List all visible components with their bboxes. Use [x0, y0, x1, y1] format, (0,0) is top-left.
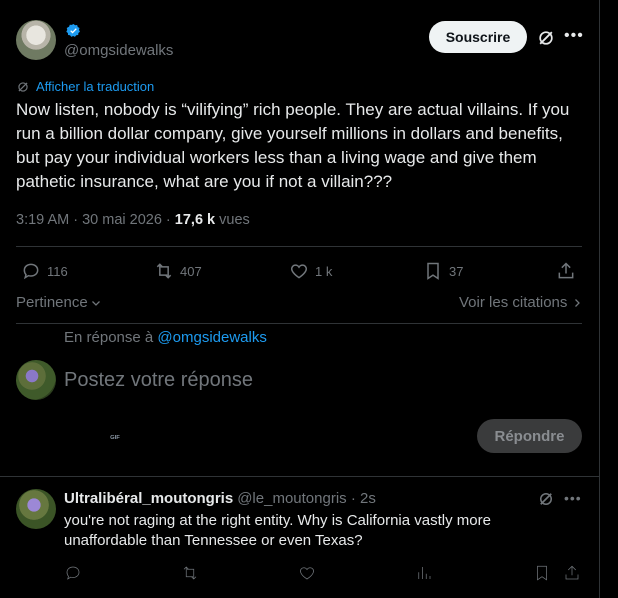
author-avatar[interactable] — [16, 20, 56, 60]
divider — [16, 323, 582, 324]
divider — [0, 476, 600, 477]
share-icon — [558, 262, 574, 279]
image-icon[interactable] — [65, 426, 85, 446]
author-handle[interactable]: @omgsidewalks — [64, 42, 173, 59]
bookmark-count: 37 — [449, 263, 464, 279]
gif-icon[interactable]: GIF — [105, 426, 125, 446]
chevron-down-icon — [91, 300, 100, 306]
view-quotes-link[interactable]: Voir les citations — [459, 294, 583, 311]
repost-count: 407 — [180, 263, 202, 279]
reply-grok-icon[interactable] — [537, 490, 555, 508]
reply-header: Ultralibéral_moutongris @le_moutongris · … — [64, 490, 376, 507]
grok-icon[interactable] — [536, 28, 556, 48]
emoji-icon[interactable] — [186, 426, 206, 446]
user-avatar[interactable] — [16, 360, 56, 400]
tweet-text: Now listen, nobody is “vilifying” rich p… — [16, 100, 570, 191]
reply-author-avatar[interactable] — [16, 489, 56, 529]
verified-badge-icon — [66, 23, 80, 37]
reply-count: 116 — [47, 263, 68, 279]
more-options-icon[interactable]: ••• — [564, 27, 584, 45]
column-border — [599, 0, 600, 598]
replying-prefix: En réponse à — [64, 329, 158, 346]
views-count: 17,6 k — [174, 212, 216, 228]
location-icon[interactable] — [226, 426, 246, 446]
replying-to: En réponse à @omgsidewalks — [64, 329, 267, 346]
view-quotes-label: Voir les citations — [459, 294, 568, 311]
repost-action[interactable]: 407 — [154, 261, 202, 281]
reply-reply-icon[interactable] — [64, 564, 82, 582]
chevron-right-icon — [575, 298, 581, 307]
reply-heart-icon[interactable] — [298, 564, 316, 582]
reply-views-icon[interactable] — [415, 564, 433, 582]
sort-dropdown[interactable]: Pertinence — [16, 294, 102, 311]
grok-compose-icon[interactable] — [145, 426, 165, 446]
bookmark-action[interactable]: 37 — [423, 261, 463, 281]
heart-icon — [290, 264, 308, 279]
like-action[interactable]: 1 k — [289, 261, 332, 281]
reply-text: you're not raging at the right entity. W… — [64, 512, 491, 549]
bookmark-icon — [427, 262, 439, 280]
reply-handle-time[interactable]: @le_moutongris · 2s — [237, 490, 376, 507]
reply-author-name[interactable]: Ultralibéral_moutongris — [64, 490, 233, 507]
like-count: 1 k — [315, 263, 333, 279]
share-action[interactable] — [556, 261, 576, 281]
subscribe-button[interactable]: Souscrire — [429, 21, 527, 53]
reply-input[interactable] — [64, 366, 564, 394]
tweet-meta: 3:19 AM · 30 mai 2026 · 17,6 k vues — [16, 212, 250, 228]
reply-submit-button[interactable]: Répondre — [477, 419, 582, 453]
reply-action[interactable]: 116 — [21, 261, 68, 281]
translate-link[interactable]: Afficher la traduction — [16, 79, 154, 94]
reply-more-icon[interactable]: ••• — [564, 490, 582, 506]
repost-icon — [156, 263, 172, 279]
reply-repost-icon[interactable] — [181, 564, 199, 582]
reply-bookmark-icon[interactable] — [533, 564, 551, 582]
sort-label: Pertinence — [16, 294, 88, 311]
reply-share-icon[interactable] — [563, 564, 581, 582]
translate-label[interactable]: Afficher la traduction — [36, 79, 154, 94]
views-label: vues — [215, 212, 250, 228]
reply-icon — [23, 263, 39, 280]
svg-text:GIF: GIF — [110, 435, 120, 441]
divider — [16, 246, 582, 247]
grok-small-icon — [18, 81, 28, 92]
tweet-timestamp[interactable]: 3:19 AM · 30 mai 2026 · — [16, 212, 175, 228]
flag-icon[interactable] — [266, 426, 286, 446]
replying-handle[interactable]: @omgsidewalks — [157, 329, 266, 346]
